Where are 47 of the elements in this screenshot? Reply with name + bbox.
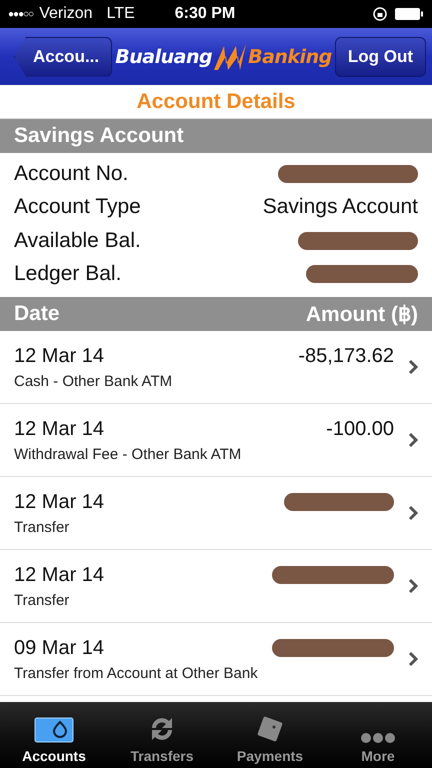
chevron-icon: [408, 578, 418, 594]
transaction-date: 12 Mar 14: [14, 564, 104, 586]
field-label: Account No.: [14, 162, 128, 186]
field-value: Savings Account: [262, 195, 418, 220]
transaction-row[interactable]: 12 Mar 14 -100.00 Withdrawal Fee - Other Bank ATM: [0, 404, 432, 477]
transaction-description: Withdrawal Fee - Other Bank ATM: [14, 446, 242, 462]
tab-bar-item[interactable]: Transfers: [108, 702, 216, 768]
field-label: Available Bal.: [14, 228, 141, 253]
column-header: Amount (฿): [306, 302, 418, 326]
rotation-lock-icon: [372, 6, 388, 22]
transaction-description: Cash - Other Bank ATM: [14, 372, 174, 390]
transaction-row[interactable]: 12 Mar 14 -85,173.62 Cash - Other Bank ATM: [0, 331, 432, 404]
network-type: LTE: [106, 5, 135, 23]
transaction-date: 09 Mar 14: [14, 636, 104, 660]
transaction-row[interactable]: 12 Mar 14 Transfer: [0, 477, 432, 550]
signal-dots: ●●●○○: [8, 8, 34, 20]
field-label: Ledger Bal.: [14, 262, 122, 286]
logout-button[interactable]: Log Out: [334, 36, 426, 76]
logo-text: Banking: [248, 46, 332, 68]
transaction-description: Transfer: [14, 592, 70, 608]
carrier-name: Verizon: [39, 5, 93, 23]
transaction-date: 12 Mar 14: [14, 344, 104, 368]
transaction-amount: -100.00: [326, 418, 394, 440]
transaction-amount: -85,173.62: [298, 344, 394, 368]
field-label: Account Type: [14, 195, 141, 220]
chevron-icon: [408, 651, 418, 667]
transaction-row[interactable]: 12 Mar 14 Transfer: [0, 550, 432, 623]
transaction-date: 12 Mar 14: [14, 418, 104, 440]
chevron-icon: [408, 359, 418, 375]
chevron-icon: [408, 505, 418, 521]
transaction-row[interactable]: 09 Mar 14 Transfer from Account at Other Bank: [0, 623, 432, 696]
tab-bar-item[interactable]: Payments: [216, 702, 324, 768]
column-header: Date: [14, 302, 60, 326]
battery-icon: [394, 7, 424, 21]
logo-text: Bualuang: [115, 46, 212, 68]
transaction-date: 12 Mar 14: [14, 490, 104, 514]
more-icon: [360, 732, 396, 744]
chevron-icon: [408, 432, 418, 448]
logo-m-icon: [212, 42, 248, 72]
section-heading: Savings Account: [14, 124, 184, 148]
tab-bar-item[interactable]: More: [324, 702, 432, 768]
clock-time: 6:30 PM: [174, 5, 236, 23]
back-button[interactable]: Accou...: [14, 36, 112, 76]
transaction-description: Transfer from Account at Other Bank: [14, 664, 259, 682]
transaction-description: Transfer: [14, 518, 70, 536]
tab-bar-item[interactable]: Accounts: [0, 702, 108, 768]
card-icon: [34, 716, 74, 744]
